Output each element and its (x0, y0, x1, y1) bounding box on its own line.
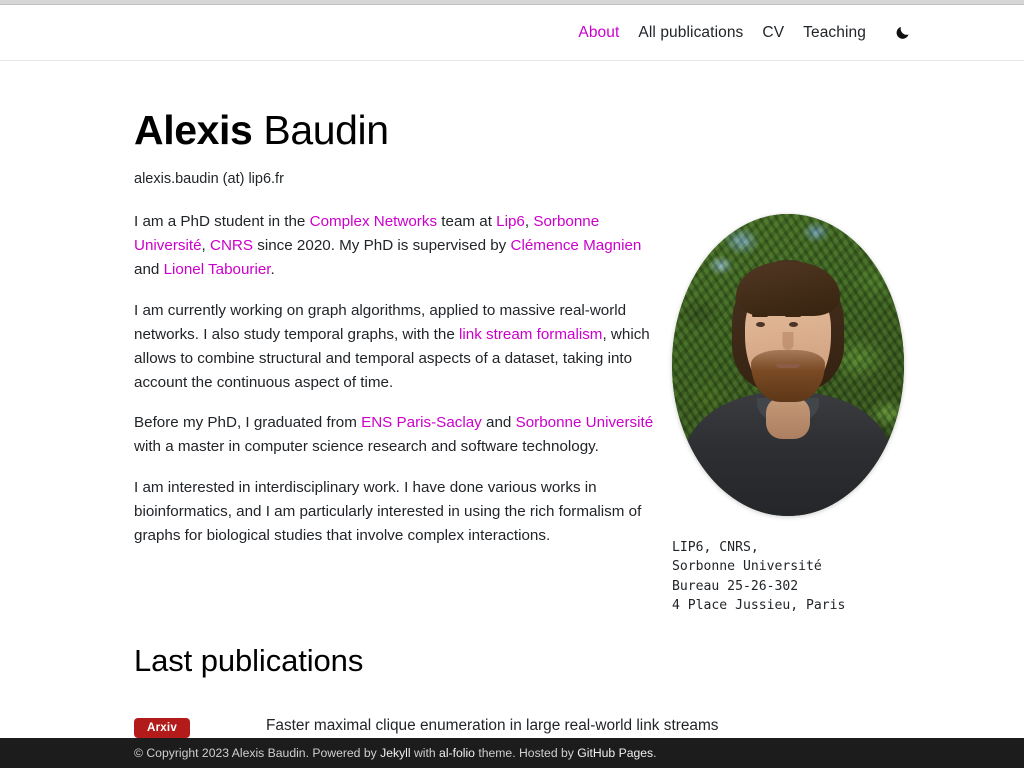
profile-last-name: Baudin (263, 107, 389, 153)
page-main: Alexis Baudin alexis.baudin (at) lip6.fr… (0, 62, 1024, 768)
footer-mid-2: theme. Hosted by (474, 746, 578, 760)
main-navigation: About All publications CV Teaching (578, 23, 912, 43)
link-link-stream-formalism[interactable]: link stream formalism (459, 326, 602, 343)
photo-mouth (776, 364, 800, 369)
bio-p1-s7: . (270, 260, 275, 278)
bio-p1-s1: I am a PhD student in the (134, 213, 310, 231)
about-text-column: I am a PhD student in the Complex Networ… (134, 210, 656, 565)
footer-link-jekyll[interactable]: Jekyll (380, 746, 410, 760)
nav-item-teaching[interactable]: Teaching (803, 24, 866, 42)
address-line-3: Bureau 25-26-302 (672, 578, 799, 594)
link-clemence-magnien[interactable]: Clémence Magnien (511, 237, 642, 254)
bio-p1-s2: team at (437, 213, 497, 231)
profile-email: alexis.baudin (at) lip6.fr (134, 171, 284, 188)
about-columns: I am a PhD student in the Complex Networ… (134, 210, 904, 615)
publication-badge-column: Arxiv (134, 715, 266, 739)
nav-item-all-publications[interactable]: All publications (638, 24, 743, 42)
footer-mid-1: with (410, 746, 440, 760)
photo-eyebrow-right (785, 314, 801, 318)
section-title-publications: Last publications (134, 643, 364, 679)
footer-link-al-folio[interactable]: al-folio (439, 746, 475, 760)
address-line-1: LIP6, CNRS, (672, 540, 759, 556)
status-badge[interactable]: Arxiv (134, 718, 191, 739)
nav-link-all-publications[interactable]: All publications (638, 24, 743, 41)
about-side-column: LIP6, CNRS, Sorbonne Université Bureau 2… (672, 210, 924, 615)
nav-link-cv[interactable]: CV (762, 24, 784, 41)
bio-p1-s6: and (134, 260, 164, 278)
bio-p1-s4: , (201, 237, 210, 255)
footer-copyright: © Copyright 2023 Alexis Baudin. Powered … (134, 746, 381, 760)
link-ens-paris-saclay[interactable]: ENS Paris-Saclay (361, 414, 482, 431)
profile-photo-oval (672, 214, 904, 517)
link-complex-networks[interactable]: Complex Networks (310, 213, 437, 230)
profile-photo (672, 214, 904, 517)
profile-first-name: Alexis (134, 107, 253, 153)
moon-icon[interactable] (892, 23, 912, 43)
contact-address: LIP6, CNRS, Sorbonne Université Bureau 2… (672, 538, 924, 615)
bio-paragraph-4: I am interested in interdisciplinary wor… (134, 479, 642, 545)
link-lionel-tabourier[interactable]: Lionel Tabourier (164, 261, 271, 278)
photo-neck (766, 397, 810, 440)
publication-title[interactable]: Faster maximal clique enumeration in lar… (266, 715, 890, 736)
photo-hair-front (736, 262, 840, 317)
bio-paragraph-3: Before my PhD, I graduated from ENS Pari… (134, 411, 656, 459)
content-container: Alexis Baudin alexis.baudin (at) lip6.fr… (0, 107, 1024, 768)
address-line-2: Sorbonne Université (672, 559, 822, 575)
page-title: Alexis Baudin (134, 107, 890, 154)
nav-item-cv[interactable]: CV (762, 24, 784, 42)
nav-item-about[interactable]: About (578, 24, 619, 42)
bio-p3-s3: with a master in computer science resear… (134, 438, 599, 456)
nav-link-about[interactable]: About (578, 24, 619, 41)
bio-paragraph-1: I am a PhD student in the Complex Networ… (134, 210, 656, 282)
photo-nose (782, 332, 794, 351)
link-cnrs[interactable]: CNRS (210, 237, 253, 254)
site-header: About All publications CV Teaching (0, 5, 1024, 61)
nav-list: About All publications CV Teaching (578, 23, 912, 43)
footer-link-github-pages[interactable]: GitHub Pages (577, 746, 653, 760)
link-lip6[interactable]: Lip6 (496, 213, 525, 230)
footer-end: . (653, 746, 657, 760)
address-line-4: 4 Place Jussieu, Paris (672, 598, 846, 614)
bio-p1-s5: since 2020. My PhD is supervised by (253, 237, 511, 255)
footer-text: © Copyright 2023 Alexis Baudin. Powered … (134, 746, 657, 760)
link-sorbonne-universite-2[interactable]: Sorbonne Université (516, 414, 654, 431)
bio-p3-s2: and (481, 414, 516, 432)
site-footer: © Copyright 2023 Alexis Baudin. Powered … (0, 738, 1024, 768)
bio-paragraph-2: I am currently working on graph algorith… (134, 299, 656, 395)
photo-eyebrow-left (752, 314, 768, 318)
nav-link-teaching[interactable]: Teaching (803, 24, 866, 41)
bio-p3-s1: Before my PhD, I graduated from (134, 414, 362, 432)
